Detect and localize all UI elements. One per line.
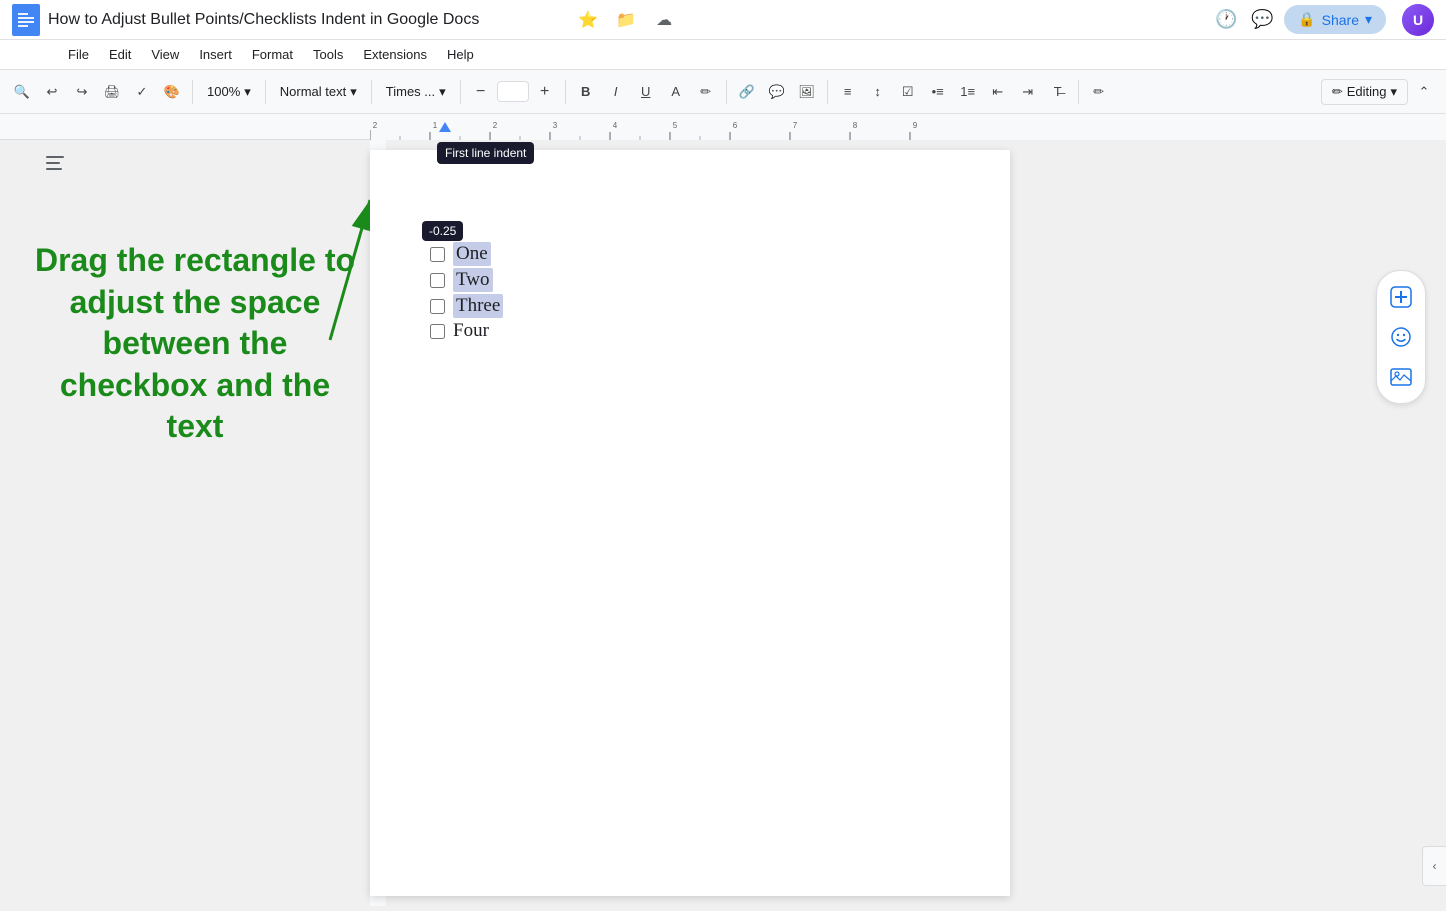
checkbox-1[interactable] — [430, 247, 445, 262]
svg-text:3: 3 — [553, 121, 558, 130]
share-button[interactable]: 🔒 Share ▾ — [1284, 5, 1386, 34]
line-spacing-button[interactable]: ↕ — [864, 78, 892, 106]
checklist-label-2: Two — [453, 268, 493, 292]
increase-indent-button[interactable]: ⇥ — [1014, 78, 1042, 106]
doc-app-icon — [12, 4, 40, 36]
text-color-button[interactable]: A — [662, 78, 690, 106]
menu-bar: File Edit View Insert Format Tools Exten… — [0, 40, 1446, 70]
divider-1 — [192, 80, 193, 104]
menu-tools[interactable]: Tools — [305, 44, 351, 65]
checklist-button[interactable]: ☑ — [894, 78, 922, 106]
link-button[interactable]: 🔗 — [733, 78, 761, 106]
font-size-input[interactable]: 15 — [497, 81, 529, 102]
suggestion-mode-button[interactable]: ✏ — [1085, 78, 1113, 106]
menu-edit[interactable]: Edit — [101, 44, 139, 65]
highlight-button[interactable]: ✏ — [692, 78, 720, 106]
font-size-control: − 15 + — [467, 78, 559, 106]
decrease-indent-button[interactable]: ⇤ — [984, 78, 1012, 106]
print-button[interactable]: 🖨 — [98, 78, 126, 106]
ruler: 2 1 2 3 4 5 6 7 8 9 — [370, 114, 1446, 140]
svg-text:4: 4 — [613, 121, 618, 130]
underline-button[interactable]: U — [632, 78, 660, 106]
toolbar: 🔍 ↩ ↪ 🖨 ✓ 🎨 100% ▾ Normal text ▾ Times .… — [0, 70, 1446, 114]
bullet-list-button[interactable]: •≡ — [924, 78, 952, 106]
italic-button[interactable]: I — [602, 78, 630, 106]
emoji-button[interactable] — [1383, 319, 1419, 355]
star-icon[interactable]: ⭐ — [574, 6, 602, 34]
menu-extensions[interactable]: Extensions — [355, 44, 435, 65]
svg-text:1: 1 — [433, 121, 438, 130]
first-line-indent-tooltip: First line indent — [437, 142, 534, 164]
folder-icon[interactable]: 📁 — [612, 6, 640, 34]
checkbox-4[interactable] — [430, 324, 445, 339]
zoom-dropdown[interactable]: 100% ▾ — [199, 81, 259, 103]
checkbox-2[interactable] — [430, 273, 445, 288]
document-page: One Two Three Four — [370, 150, 1010, 896]
expand-sidebar-button[interactable]: ‹ — [1422, 846, 1446, 886]
comment-icon[interactable]: 💬 — [1248, 6, 1276, 34]
checklist-label-1: One — [453, 242, 491, 266]
image-button[interactable]: 🖼 — [793, 78, 821, 106]
font-dropdown[interactable]: Times ... ▾ — [378, 81, 454, 103]
image-insert-button[interactable] — [1383, 359, 1419, 395]
redo-button[interactable]: ↪ — [68, 78, 96, 106]
search-button[interactable]: 🔍 — [8, 78, 36, 106]
checkbox-3[interactable] — [430, 299, 445, 314]
add-content-button[interactable] — [1383, 279, 1419, 315]
numbered-list-button[interactable]: 1≡ — [954, 78, 982, 106]
comment-button[interactable]: 💬 — [763, 78, 791, 106]
right-floating-toolbar — [1376, 270, 1426, 404]
checklist-item-4: Four — [430, 320, 503, 342]
bold-button[interactable]: B — [572, 78, 600, 106]
editing-mode-badge[interactable]: ✏ Editing ▾ — [1321, 79, 1408, 105]
checklist: One Two Three Four — [430, 242, 503, 344]
title-bar: How to Adjust Bullet Points/Checklists I… — [0, 0, 1446, 40]
cloud-icon[interactable]: ☁ — [650, 6, 678, 34]
undo-button[interactable]: ↩ — [38, 78, 66, 106]
divider-3 — [371, 80, 372, 104]
divider-5 — [565, 80, 566, 104]
outline-icon[interactable] — [44, 154, 66, 177]
svg-text:6: 6 — [733, 121, 738, 130]
style-dropdown[interactable]: Normal text ▾ — [272, 81, 365, 103]
checklist-label-3: Three — [453, 294, 503, 318]
svg-text:7: 7 — [793, 121, 798, 130]
svg-text:5: 5 — [673, 121, 678, 130]
checklist-item-2: Two — [430, 268, 503, 292]
menu-view[interactable]: View — [143, 44, 187, 65]
divider-4 — [460, 80, 461, 104]
menu-format[interactable]: Format — [244, 44, 301, 65]
svg-text:8: 8 — [853, 121, 858, 130]
checklist-item-3: Three — [430, 294, 503, 318]
align-button[interactable]: ≡ — [834, 78, 862, 106]
divider-2 — [265, 80, 266, 104]
document-title: How to Adjust Bullet Points/Checklists I… — [48, 11, 566, 29]
history-icon[interactable]: 🕐 — [1212, 6, 1240, 34]
annotation-arrow — [200, 180, 370, 360]
avatar[interactable]: U — [1402, 4, 1434, 36]
main-area: Drag the rectangle to adjust the space b… — [0, 140, 1446, 906]
menu-insert[interactable]: Insert — [191, 44, 240, 65]
divider-7 — [827, 80, 828, 104]
checklist-label-4: Four — [453, 320, 489, 342]
editing-pencil-icon: ✏ — [1332, 84, 1343, 100]
font-size-decrease[interactable]: − — [467, 78, 495, 106]
menu-help[interactable]: Help — [439, 44, 482, 65]
title-icons: ⭐ 📁 ☁ — [574, 6, 678, 34]
svg-text:2: 2 — [493, 121, 498, 130]
font-size-increase[interactable]: + — [531, 78, 559, 106]
checklist-item-1: One — [430, 242, 503, 266]
svg-text:2: 2 — [373, 121, 378, 130]
divider-6 — [726, 80, 727, 104]
spellcheck-button[interactable]: ✓ — [128, 78, 156, 106]
paint-format-button[interactable]: 🎨 — [158, 78, 186, 106]
annotation-area: Drag the rectangle to adjust the space b… — [0, 140, 370, 906]
ruler-svg: 2 1 2 3 4 5 6 7 8 9 — [370, 114, 1446, 140]
indent-value-tooltip: -0.25 — [422, 221, 463, 241]
svg-text:9: 9 — [913, 121, 918, 130]
menu-file[interactable]: File — [60, 44, 97, 65]
clear-format-button[interactable]: T̶ — [1044, 78, 1072, 106]
divider-8 — [1078, 80, 1079, 104]
collapse-toolbar-button[interactable]: ⌃ — [1410, 78, 1438, 106]
